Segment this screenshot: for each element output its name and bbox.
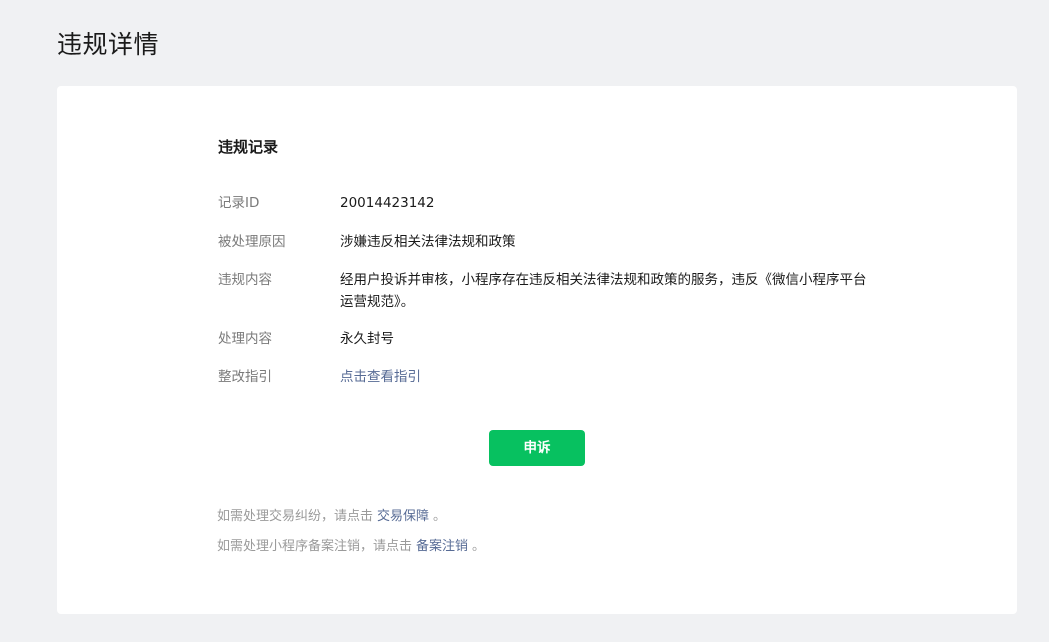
guide-label: 整改指引 [218, 369, 272, 385]
handling-label: 处理内容 [218, 331, 272, 347]
help-notes: 如需处理交易纠纷，请点击 交易保障。 如需处理小程序备案注销，请点击 备案注销。 [217, 506, 485, 566]
reason-row: 被处理原因 涉嫌违反相关法律法规和政策 [218, 231, 898, 253]
trade-note-text: 如需处理交易纠纷，请点击 [217, 509, 374, 524]
record-id-row: 记录ID 20014423142 [218, 192, 898, 214]
violation-detail-card: 违规记录 记录ID 20014423142 被处理原因 涉嫌违反相关法律法规和政… [57, 86, 1017, 614]
trade-note-suffix: 。 [433, 509, 447, 524]
section-title: 违规记录 [218, 138, 279, 156]
violation-info-list: 记录ID 20014423142 被处理原因 涉嫌违反相关法律法规和政策 违规内… [218, 192, 898, 388]
filing-cancel-link[interactable]: 备案注销 [416, 539, 468, 554]
appeal-button[interactable]: 申诉 [489, 430, 585, 466]
handling-row: 处理内容 永久封号 [218, 328, 898, 350]
reason-value: 涉嫌违反相关法律法规和政策 [340, 234, 516, 250]
record-id-label: 记录ID [218, 195, 260, 211]
filing-note-text: 如需处理小程序备案注销，请点击 [217, 539, 413, 554]
violation-content-label: 违规内容 [218, 272, 272, 288]
filing-cancel-note: 如需处理小程序备案注销，请点击 备案注销。 [217, 536, 485, 558]
filing-note-suffix: 。 [472, 539, 486, 554]
reason-label: 被处理原因 [218, 234, 286, 250]
violation-content-value: 经用户投诉并审核，小程序存在违反相关法律法规和政策的服务，违反《微信小程序平台运… [340, 272, 867, 310]
trade-dispute-note: 如需处理交易纠纷，请点击 交易保障。 [217, 506, 485, 528]
record-id-value: 20014423142 [340, 195, 435, 211]
guide-row: 整改指引 点击查看指引 [218, 366, 898, 388]
handling-value: 永久封号 [340, 331, 394, 347]
violation-content-row: 违规内容 经用户投诉并审核，小程序存在违反相关法律法规和政策的服务，违反《微信小… [218, 269, 898, 313]
view-guide-link[interactable]: 点击查看指引 [340, 366, 870, 388]
trade-protection-link[interactable]: 交易保障 [377, 509, 429, 524]
page-title: 违规详情 [57, 30, 160, 59]
